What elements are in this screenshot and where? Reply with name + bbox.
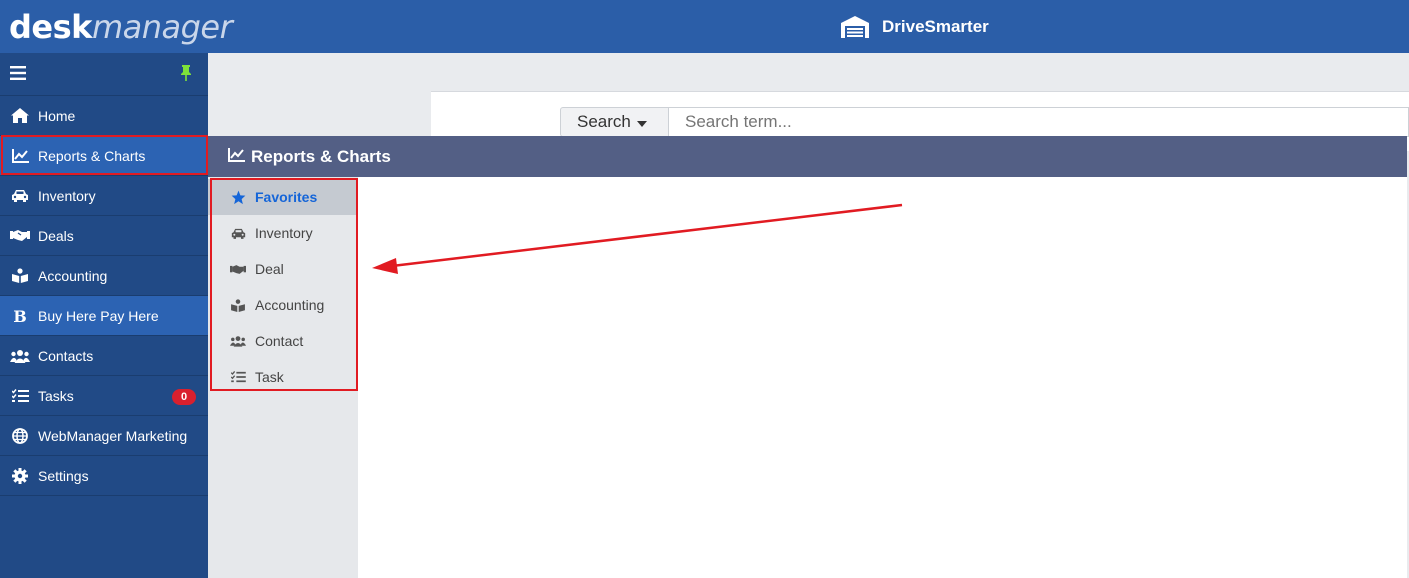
sidebar-item-label: WebManager Marketing — [38, 427, 188, 444]
sidebar-item-label: Inventory — [38, 187, 96, 204]
pin-icon[interactable] — [180, 65, 192, 86]
sidebar-item-label: Deals — [38, 227, 74, 244]
sidebar-item-label: Buy Here Pay Here — [38, 307, 159, 324]
sidebar: Home Reports & Charts Inventory Deals Ac… — [0, 53, 208, 578]
svg-text:B: B — [13, 308, 27, 324]
dealer-name: DriveSmarter — [882, 17, 989, 36]
sidebar-item-webmanager-marketing[interactable]: WebManager Marketing — [0, 416, 208, 456]
sidebar-item-label: Contacts — [38, 347, 94, 364]
submenu-item-accounting[interactable]: Accounting — [208, 287, 358, 323]
book-icon — [0, 268, 38, 283]
submenu-item-task[interactable]: Task — [208, 359, 358, 395]
reports-submenu: Favorites Inventory Deal Accounting Cont… — [208, 177, 358, 578]
gear-icon — [0, 467, 38, 484]
submenu-item-contact[interactable]: Contact — [208, 323, 358, 359]
garage-icon — [840, 15, 870, 39]
sidebar-item-tasks[interactable]: Tasks 0 — [0, 376, 208, 416]
car-icon — [0, 189, 38, 202]
search-type-dropdown[interactable]: Search — [560, 107, 669, 137]
bhph-b-icon: B — [0, 308, 38, 324]
chart-line-icon — [228, 147, 245, 167]
logo-part-desk: desk — [9, 8, 92, 46]
tasks-icon — [0, 388, 38, 403]
star-icon — [230, 190, 246, 205]
logo-part-manager: manager — [91, 8, 233, 46]
sidebar-item-buy-here-pay-here[interactable]: B Buy Here Pay Here — [0, 296, 208, 336]
flyout-title: Reports & Charts — [251, 146, 391, 166]
sidebar-item-home[interactable]: Home — [0, 96, 208, 136]
sidebar-item-contacts[interactable]: Contacts — [0, 336, 208, 376]
dealer-brand: DriveSmarter — [840, 14, 989, 40]
chart-line-icon — [0, 148, 38, 163]
globe-icon — [0, 427, 38, 444]
sidebar-item-deals[interactable]: Deals — [0, 216, 208, 256]
users-icon — [230, 335, 246, 347]
sidebar-item-label: Home — [38, 107, 76, 124]
hamburger-menu-icon[interactable] — [10, 66, 26, 85]
submenu-item-label: Contact — [255, 333, 304, 349]
submenu-item-label: Task — [255, 369, 284, 385]
book-icon — [230, 298, 246, 312]
submenu-item-label: Deal — [255, 261, 284, 277]
sidebar-item-label: Settings — [38, 467, 89, 484]
sidebar-item-accounting[interactable]: Accounting — [0, 256, 208, 296]
submenu-item-label: Inventory — [255, 225, 313, 241]
submenu-item-label: Accounting — [255, 297, 325, 313]
submenu-item-inventory[interactable]: Inventory — [208, 215, 358, 251]
search-dropdown-label: Search — [577, 112, 631, 131]
flyout-body: Favorites Inventory Deal Accounting Cont… — [208, 177, 1407, 578]
flyout-header: Reports & Charts — [208, 136, 1407, 177]
caret-down-icon — [636, 112, 647, 132]
sidebar-item-label: Accounting — [38, 267, 108, 284]
submenu-item-favorites[interactable]: Favorites — [208, 179, 358, 215]
sidebar-item-label: Reports & Charts — [38, 147, 146, 164]
sidebar-item-inventory[interactable]: Inventory — [0, 176, 208, 216]
sidebar-header — [0, 53, 208, 96]
handshake-icon — [230, 264, 246, 275]
tasks-icon — [230, 371, 246, 383]
sidebar-item-settings[interactable]: Settings — [0, 456, 208, 496]
home-icon — [0, 108, 38, 123]
tasks-count-badge: 0 — [172, 389, 196, 405]
sidebar-item-reports-charts[interactable]: Reports & Charts — [0, 136, 208, 176]
users-icon — [0, 349, 38, 363]
submenu-item-deal[interactable]: Deal — [208, 251, 358, 287]
car-icon — [230, 228, 246, 239]
submenu-item-label: Favorites — [255, 189, 318, 205]
search-input[interactable] — [669, 107, 1409, 137]
top-bar: deskmanager DriveSmarter — [0, 0, 1409, 53]
app-logo[interactable]: deskmanager — [9, 8, 233, 46]
handshake-icon — [0, 229, 38, 242]
